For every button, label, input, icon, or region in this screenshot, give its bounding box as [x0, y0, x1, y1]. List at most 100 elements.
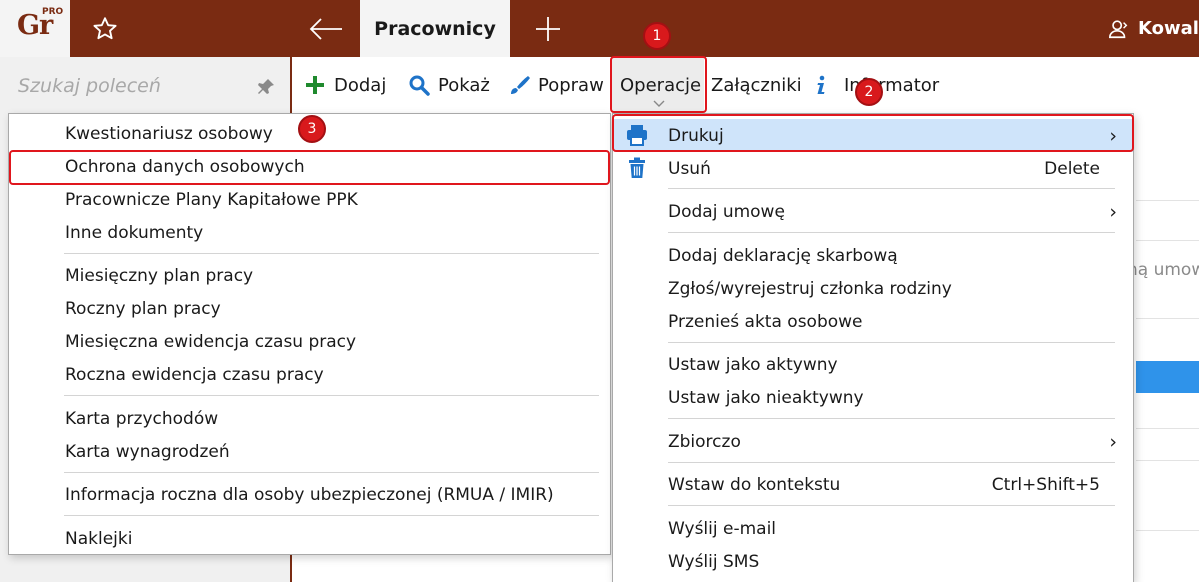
- attachments-button[interactable]: Załączniki: [711, 57, 802, 113]
- show-button[interactable]: Pokaż: [408, 57, 490, 113]
- menu-item-label: Kwestionariusz osobowy: [65, 123, 273, 144]
- selected-row[interactable]: [1136, 361, 1199, 393]
- brush-icon: [511, 76, 530, 94]
- menu-item-wstaw-kontekst[interactable]: Wstaw do kontekstu Ctrl+Shift+5: [614, 468, 1133, 501]
- plus-icon: [536, 16, 560, 41]
- menu-item-czlonek-rodziny[interactable]: Zgłoś/wyrejestruj członka rodziny: [614, 272, 1133, 305]
- menu-item-label: Informacja roczna dla osoby ubezpieczone…: [65, 484, 554, 505]
- favorite-button[interactable]: [70, 0, 140, 57]
- menu-item-zbiorczo[interactable]: Zbiorczo ›: [614, 425, 1133, 458]
- menu-item-label: Ustaw jako aktywny: [668, 354, 838, 375]
- edit-label: Popraw: [538, 74, 604, 96]
- divider: [1136, 530, 1199, 531]
- background-text: ną umow: [1127, 260, 1199, 280]
- menu-item-miesieczna-ewidencja[interactable]: Miesięczna ewidencja czasu pracy: [10, 325, 609, 358]
- menu-item-usun[interactable]: Usuń Delete: [614, 152, 1133, 185]
- menu-item-label: Dodaj umowę: [668, 201, 785, 222]
- menu-item-przenies-akta[interactable]: Przenieś akta osobowe: [614, 305, 1133, 338]
- toolbar: Dodaj Pokaż Popraw Operacje Załączniki I…: [294, 57, 1199, 113]
- menu-item-rmua[interactable]: Informacja roczna dla osoby ubezpieczone…: [10, 478, 609, 511]
- menu-item-label: Roczny plan pracy: [65, 298, 221, 319]
- chevron-right-icon: ›: [1109, 430, 1117, 453]
- search-icon: [409, 75, 430, 96]
- menu-item-karta-wynagrodzen[interactable]: Karta wynagrodzeń: [10, 435, 609, 468]
- divider: [1136, 200, 1199, 201]
- menu-item-label: Przenieś akta osobowe: [668, 311, 863, 332]
- annotation-badge-1: 1: [643, 22, 671, 50]
- menu-item-label: Miesięczna ewidencja czasu pracy: [65, 331, 357, 352]
- menu-item-label: Wyślij SMS: [668, 551, 760, 572]
- menu-separator: [64, 472, 599, 473]
- menu-item-label: Inne dokumenty: [65, 222, 204, 243]
- attachments-label: Załączniki: [711, 74, 802, 96]
- user-menu[interactable]: Kowal: [1108, 0, 1199, 57]
- info-icon: [817, 75, 825, 94]
- chevron-right-icon: ›: [1109, 200, 1117, 223]
- menu-separator: [64, 253, 599, 254]
- tab-pracownicy[interactable]: Pracownicy: [360, 0, 510, 57]
- divider: [1136, 240, 1199, 241]
- arrow-left-icon: [309, 17, 342, 40]
- logo-badge: PRO: [42, 7, 64, 17]
- menu-item-label: Usuń: [668, 158, 711, 179]
- menu-separator: [64, 395, 599, 396]
- menu-item-label: Zbiorczo: [668, 431, 741, 452]
- back-button[interactable]: [292, 0, 360, 57]
- edit-button[interactable]: Popraw: [508, 57, 604, 113]
- plus-icon: [306, 76, 324, 94]
- divider: [1136, 318, 1199, 319]
- app-logo[interactable]: Gr PRO: [0, 0, 70, 57]
- divider: [1136, 460, 1199, 461]
- shortcut-label: Ctrl+Shift+5: [991, 474, 1100, 495]
- menu-separator: [668, 462, 1115, 463]
- menu-item-label: Ustaw jako nieaktywny: [668, 387, 864, 408]
- menu-item-label: Pracownicze Plany Kapitałowe PPK: [65, 189, 358, 210]
- menu-separator: [668, 505, 1115, 506]
- menu-item-aktywny[interactable]: Ustaw jako aktywny: [614, 348, 1133, 381]
- menu-item-label: Wyślij e-mail: [668, 518, 777, 539]
- trash-icon: [629, 157, 645, 178]
- shortcut-label: Delete: [1044, 158, 1100, 179]
- menu-item-roczny-plan[interactable]: Roczny plan pracy: [10, 292, 609, 325]
- tab-label: Pracownicy: [374, 17, 496, 40]
- annotation-box-operations: [610, 56, 707, 113]
- menu-item-label: Naklejki: [65, 528, 133, 549]
- menu-item-nieaktywny[interactable]: Ustaw jako nieaktywny: [614, 381, 1133, 414]
- new-tab-button[interactable]: [510, 0, 586, 57]
- menu-item-karta-przychodow[interactable]: Karta przychodów: [10, 402, 609, 435]
- menu-item-miesieczny-plan[interactable]: Miesięczny plan pracy: [10, 259, 609, 292]
- annotation-badge-2: 2: [855, 78, 883, 106]
- menu-item-label: Karta przychodów: [65, 408, 219, 429]
- menu-item-ppk[interactable]: Pracownicze Plany Kapitałowe PPK: [10, 183, 609, 216]
- menu-item-deklaracja[interactable]: Dodaj deklarację skarbową: [614, 239, 1133, 272]
- menu-item-inne-dokumenty[interactable]: Inne dokumenty: [10, 216, 609, 249]
- menu-item-roczna-ewidencja[interactable]: Roczna ewidencja czasu pracy: [10, 358, 609, 391]
- menu-item-dodaj-umowe[interactable]: Dodaj umowę ›: [614, 195, 1133, 228]
- annotation-box-data-protection: [9, 150, 610, 185]
- menu-separator: [668, 418, 1115, 419]
- operations-menu: Drukuj › Usuń Delete Dodaj umowę › Dodaj…: [612, 113, 1134, 582]
- menu-item-label: Dodaj deklarację skarbową: [668, 245, 898, 266]
- menu-item-label: Wstaw do kontekstu: [668, 474, 841, 495]
- pin-icon[interactable]: [256, 77, 276, 101]
- star-icon: [93, 16, 117, 39]
- show-label: Pokaż: [438, 74, 490, 96]
- menu-item-wyslij-sms[interactable]: Wyślij SMS: [614, 545, 1133, 578]
- add-label: Dodaj: [334, 74, 387, 96]
- command-search-input[interactable]: [0, 57, 290, 115]
- add-button[interactable]: Dodaj: [304, 57, 386, 113]
- menu-separator: [668, 188, 1115, 189]
- user-switch-icon: [1109, 19, 1128, 38]
- menu-separator: [64, 515, 599, 516]
- divider: [1136, 428, 1199, 429]
- menu-item-label: Roczna ewidencja czasu pracy: [65, 364, 324, 385]
- menu-item-label: Zgłoś/wyrejestruj członka rodziny: [668, 278, 952, 299]
- annotation-badge-3: 3: [298, 115, 326, 143]
- menu-item-wyslij-email[interactable]: Wyślij e-mail: [614, 512, 1133, 545]
- menu-item-naklejki[interactable]: Naklejki: [10, 522, 609, 555]
- user-name: Kowal: [1138, 18, 1199, 39]
- menu-separator: [668, 342, 1115, 343]
- menu-separator: [668, 232, 1115, 233]
- menu-item-label: Karta wynagrodzeń: [65, 441, 230, 462]
- annotation-box-print: [612, 114, 1134, 152]
